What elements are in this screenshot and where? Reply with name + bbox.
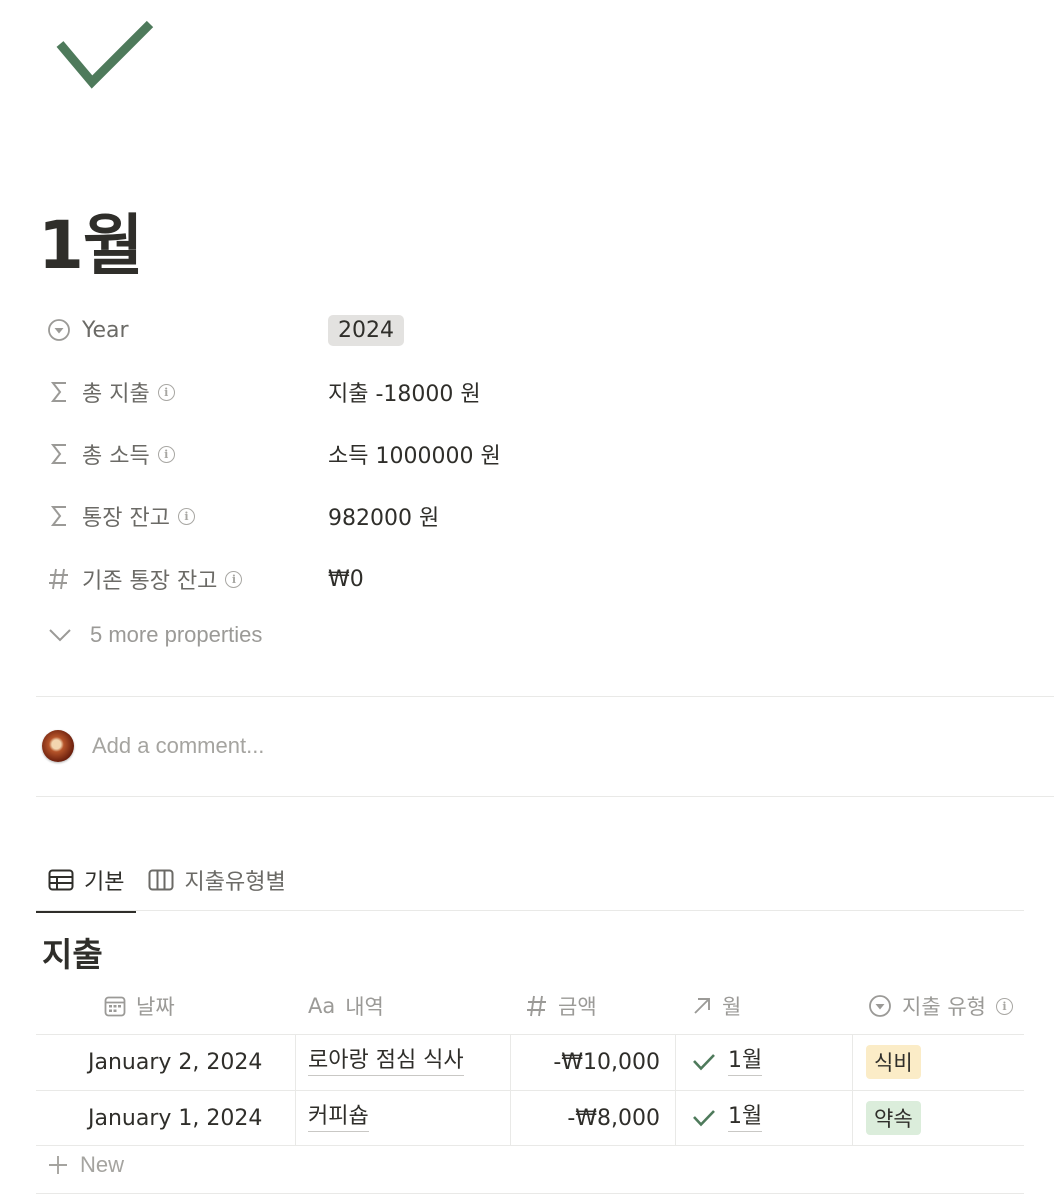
property-initial-balance[interactable]: 기존 통장 잔고 i ₩0 <box>46 559 1006 599</box>
relation-arrow-icon <box>694 998 710 1014</box>
comment-box[interactable]: Add a comment... <box>42 730 264 762</box>
sigma-icon <box>46 379 72 405</box>
year-tag[interactable]: 2024 <box>328 314 404 346</box>
checkmark-icon[interactable] <box>52 18 158 92</box>
property-total-income[interactable]: 총 소득 i 소득 1000000 원 <box>46 434 1006 474</box>
expense-type-tag[interactable]: 약속 <box>866 1101 921 1135</box>
cell-description[interactable]: 커피숍 <box>308 1090 369 1146</box>
sigma-icon <box>46 503 72 529</box>
more-properties-label: 5 more properties <box>90 622 263 647</box>
divider <box>36 796 1054 797</box>
cell-expense-type[interactable]: 약속 <box>866 1090 921 1146</box>
plus-icon <box>49 1156 67 1174</box>
table-bottom-divider <box>36 1193 1024 1194</box>
view-tabs: 기본 지출유형별 <box>36 858 1024 913</box>
column-header-month[interactable]: 월 <box>692 986 741 1026</box>
cell-date[interactable]: January 2, 2024 <box>88 1034 262 1090</box>
column-header-amount[interactable]: 금액 <box>526 986 597 1026</box>
cell-expense-type[interactable]: 식비 <box>866 1034 921 1090</box>
calendar-icon <box>104 996 126 1017</box>
cell-month[interactable]: 1월 <box>692 1034 763 1090</box>
hash-icon <box>527 995 546 1017</box>
cell-date[interactable]: January 1, 2024 <box>88 1090 262 1146</box>
tab-default-view[interactable]: 기본 <box>36 858 137 913</box>
board-icon <box>148 869 174 891</box>
cell-amount[interactable]: -₩10,000 <box>510 1034 660 1090</box>
column-header-expense-type[interactable]: 지출 유형 i <box>868 986 1013 1026</box>
page-title[interactable]: 1월 <box>38 192 144 288</box>
month-relation-link[interactable]: 1월 <box>728 1104 763 1132</box>
property-value[interactable]: 지출 -18000 원 <box>328 376 481 408</box>
expense-type-tag[interactable]: 식비 <box>866 1045 921 1079</box>
column-header-description[interactable]: Aa 내역 <box>308 986 384 1026</box>
title-icon: Aa <box>308 994 336 1018</box>
property-value[interactable]: 982000 원 <box>328 500 439 532</box>
property-value[interactable]: 2024 <box>328 314 404 346</box>
column-divider <box>852 1034 853 1145</box>
row-title-link[interactable]: 커피숍 <box>308 1104 369 1132</box>
cell-month[interactable]: 1월 <box>692 1090 763 1146</box>
property-name: 통장 잔고 i <box>82 500 328 532</box>
tabs-divider <box>36 910 1024 911</box>
table-icon <box>48 869 74 891</box>
checkmark-icon <box>693 1110 715 1127</box>
property-total-expense[interactable]: 총 지출 i 지출 -18000 원 <box>46 372 1006 412</box>
column-divider <box>295 1034 296 1145</box>
property-name: 총 소득 i <box>82 438 328 470</box>
property-name: 총 지출 i <box>82 376 328 408</box>
property-value[interactable]: ₩0 <box>328 567 364 592</box>
info-icon[interactable]: i <box>157 445 175 463</box>
sigma-icon <box>46 441 72 467</box>
property-name: 기존 통장 잔고 i <box>82 563 328 595</box>
column-divider <box>675 1034 676 1145</box>
database-title[interactable]: 지출 <box>42 928 103 976</box>
property-name: Year <box>82 317 129 343</box>
avatar <box>42 730 74 762</box>
chevron-down-icon <box>49 629 71 642</box>
select-icon <box>46 317 72 343</box>
column-header-date[interactable]: 날짜 <box>104 986 175 1026</box>
info-icon[interactable]: i <box>157 383 175 401</box>
comment-input[interactable]: Add a comment... <box>92 733 264 759</box>
row-title-link[interactable]: 로아랑 점심 식사 <box>308 1048 464 1076</box>
more-properties-toggle[interactable]: 5 more properties <box>48 622 262 648</box>
property-value[interactable]: 소득 1000000 원 <box>328 438 501 470</box>
info-icon[interactable]: i <box>225 570 243 588</box>
select-icon <box>869 995 891 1017</box>
divider <box>36 696 1054 697</box>
hash-icon <box>46 566 72 592</box>
month-relation-link[interactable]: 1월 <box>728 1048 763 1076</box>
info-icon[interactable]: i <box>177 507 195 525</box>
info-icon[interactable]: i <box>995 997 1013 1015</box>
checkmark-icon <box>693 1054 715 1071</box>
cell-amount[interactable]: -₩8,000 <box>510 1090 660 1146</box>
tab-expense-type-view[interactable]: 지출유형별 <box>136 858 297 910</box>
property-balance[interactable]: 통장 잔고 i 982000 원 <box>46 496 1006 536</box>
property-year[interactable]: Year 2024 <box>46 310 1006 350</box>
new-row-button[interactable]: New <box>48 1152 124 1178</box>
cell-description[interactable]: 로아랑 점심 식사 <box>308 1034 464 1090</box>
